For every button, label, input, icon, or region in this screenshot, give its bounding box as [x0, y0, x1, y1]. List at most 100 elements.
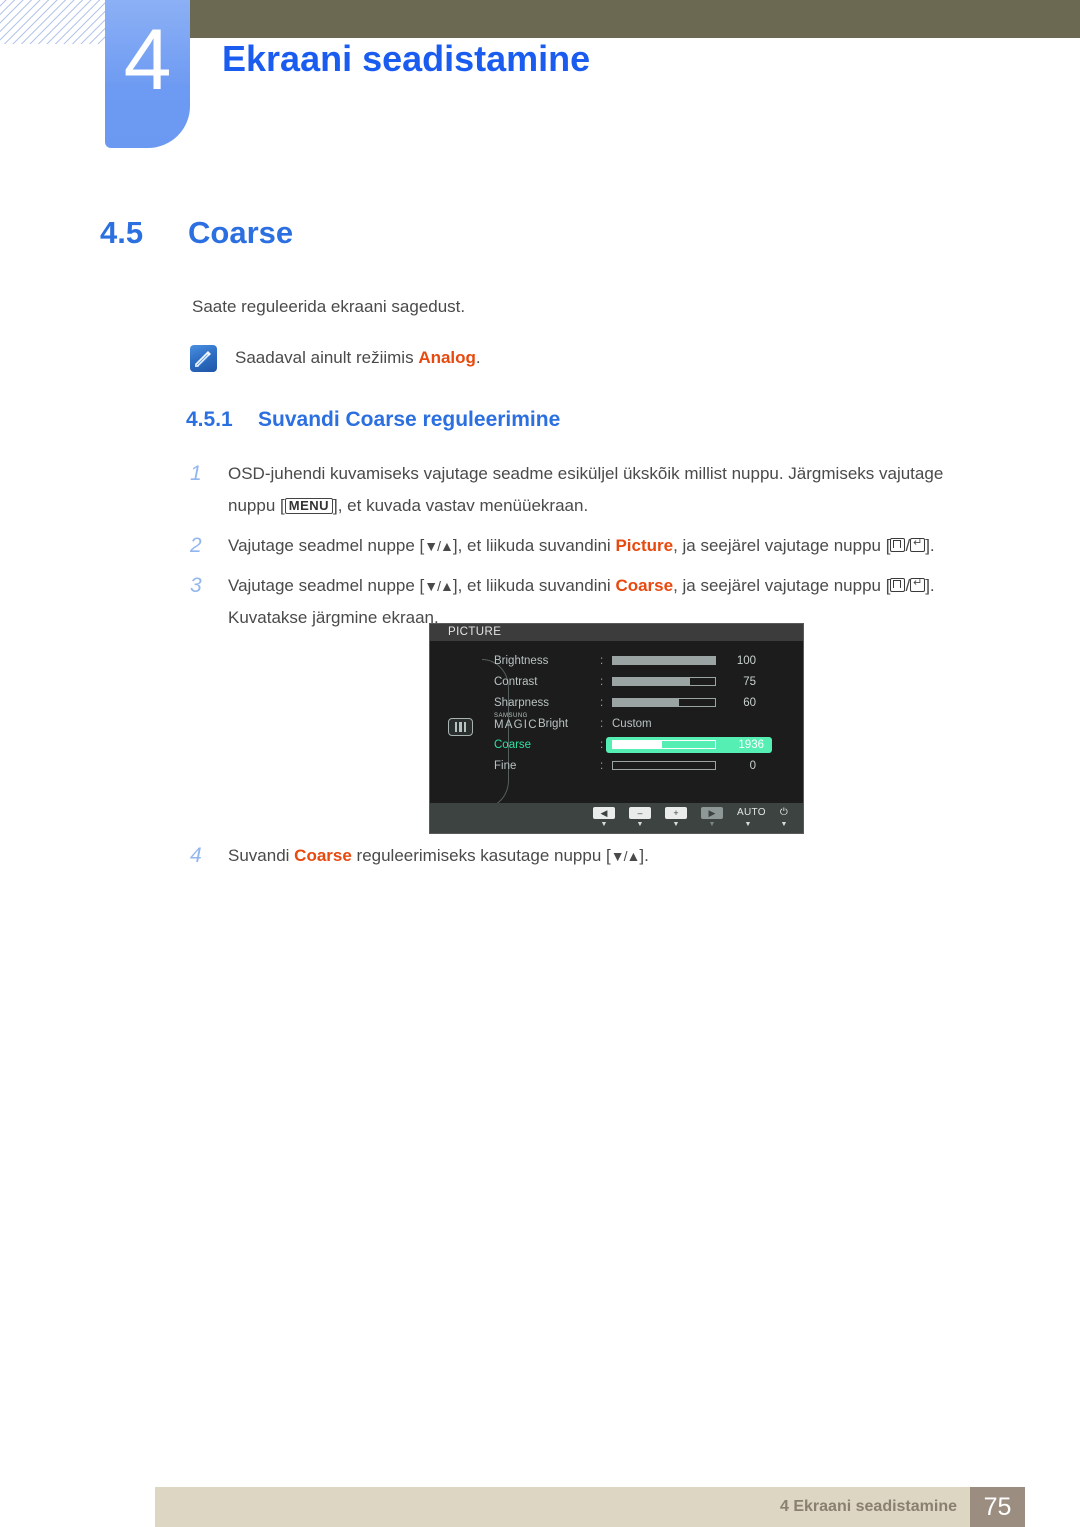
osd-row-fine[interactable]: Fine : 0 [430, 755, 805, 776]
osd-slider[interactable] [612, 677, 716, 686]
step-number: 1 [190, 462, 202, 485]
magic-bright-label: Bright [538, 717, 569, 730]
note-block: Saadaval ainult režiimis Analog. [190, 344, 481, 372]
osd-colon: : [600, 675, 604, 688]
osd-colon: : [600, 759, 604, 772]
step-item: 2 Vajutage seadmel nuppe [▼/▲], et liiku… [190, 530, 990, 562]
osd-value: 75 [743, 675, 756, 688]
note-text: Saadaval ainult režiimis Analog. [235, 344, 481, 371]
note-highlight: Analog [418, 348, 476, 367]
osd-label: Fine [494, 759, 517, 772]
osd-slider[interactable] [612, 761, 716, 770]
osd-picture-menu: PICTURE Brightness : 100 Contrast : 75 S… [429, 623, 804, 834]
plus-button[interactable]: + ▼ [665, 807, 687, 829]
osd-value: 0 [749, 759, 756, 772]
caret-down-icon: ▼ [636, 821, 644, 828]
caret-down-icon: ▼ [744, 821, 752, 828]
caret-down-icon: ▼ [672, 821, 680, 828]
osd-colon: : [600, 696, 604, 709]
step4-part3: ]. [639, 846, 649, 865]
step-item: 1 OSD-juhendi kuvamiseks vajutage seadme… [190, 458, 990, 522]
chapter-title: Ekraani seadistamine [222, 38, 591, 79]
section-heading: 4.5 Coarse [100, 215, 293, 251]
chapter-number: 4 [123, 12, 172, 108]
right-arrow-button[interactable]: ▶ ▼ [701, 807, 723, 829]
osd-slider[interactable] [612, 656, 716, 665]
osd-colon: : [600, 717, 604, 730]
step-text: OSD-juhendi kuvamiseks vajutage seadme e… [228, 458, 990, 522]
up-down-arrow-glyph: ▼/▲ [424, 578, 454, 594]
auto-button[interactable]: AUTO ▼ [737, 807, 766, 829]
source-key-icon [890, 578, 906, 592]
minus-button[interactable]: – ▼ [629, 807, 651, 829]
osd-title: PICTURE [430, 624, 803, 641]
osd-row-brightness[interactable]: Brightness : 100 [430, 650, 805, 671]
step4-part2: reguleerimiseks kasutage nuppu [ [351, 846, 611, 865]
header-olive-bar [190, 0, 1080, 38]
power-icon: ⏻ [779, 807, 789, 818]
footer-text: 4 Ekraani seadistamine [780, 1498, 957, 1515]
osd-label: Sharpness [494, 696, 549, 709]
note-text-after: . [475, 348, 481, 367]
osd-label: Coarse [494, 738, 532, 751]
osd-label: Brightness [494, 654, 549, 667]
enter-key-icon [910, 578, 926, 592]
magic-main-label: MAGIC [494, 718, 538, 731]
power-button[interactable]: ⏻ ▼ [773, 807, 795, 829]
left-arrow-button[interactable]: ◀ ▼ [593, 807, 615, 829]
osd-row-coarse[interactable]: Coarse : 1936 [430, 734, 805, 755]
osd-slider[interactable] [612, 698, 716, 707]
subsection-number: 4.5.1 [186, 408, 233, 431]
step3-highlight: Coarse [615, 576, 674, 595]
step-text: Suvandi Coarse reguleerimiseks kasutage … [228, 840, 649, 872]
step3-part1: Vajutage seadmel nuppe [ [228, 576, 425, 595]
right-arrow-icon: ▶ [701, 807, 723, 819]
step3-part3: , ja seejärel vajutage nuppu [ [673, 576, 891, 595]
step-number: 3 [190, 574, 202, 597]
osd-value: 100 [736, 654, 756, 667]
osd-colon: : [600, 654, 604, 667]
subsection-heading: 4.5.1 Suvandi Coarse reguleerimine [186, 408, 560, 432]
menu-key: MENU [284, 498, 334, 514]
caret-down-icon: ▼ [600, 821, 608, 828]
chapter-tab: 4 [105, 0, 190, 148]
osd-label: Contrast [494, 675, 538, 688]
osd-slider[interactable] [612, 740, 716, 749]
enter-key-icon [910, 538, 926, 552]
footer-bar: 4 Ekraani seadistamine 75 [155, 1487, 1025, 1527]
osd-row-contrast[interactable]: Contrast : 75 [430, 671, 805, 692]
intro-paragraph: Saate reguleerida ekraani sagedust. [192, 297, 466, 316]
step-item: 4 Suvandi Coarse reguleerimiseks kasutag… [190, 840, 990, 872]
osd-value: 1936 [738, 738, 764, 751]
step2-part3: , ja seejärel vajutage nuppu [ [673, 536, 891, 555]
step4-part1: Suvandi [228, 846, 295, 865]
step-number: 2 [190, 534, 202, 557]
plus-icon: + [665, 807, 687, 819]
step2-part1: Vajutage seadmel nuppe [ [228, 536, 425, 555]
osd-row-magicbright[interactable]: SAMSUNG MAGIC Bright : Custom [430, 713, 805, 734]
osd-value: Custom [612, 717, 652, 730]
step2-highlight: Picture [615, 536, 674, 555]
osd-value: 60 [743, 696, 756, 709]
osd-row-sharpness[interactable]: Sharpness : 60 [430, 692, 805, 713]
osd-rows: Brightness : 100 Contrast : 75 Sharpness… [430, 650, 805, 776]
footer-page-number: 75 [970, 1487, 1025, 1527]
caret-down-icon: ▼ [708, 821, 716, 828]
osd-button-bar: ◀ ▼ – ▼ + ▼ ▶ ▼ AUTO ▼ ⏻ ▼ [430, 803, 803, 833]
osd-selected-highlight: 1936 [606, 736, 772, 753]
left-arrow-icon: ◀ [593, 807, 615, 819]
steps-list: 1 OSD-juhendi kuvamiseks vajutage seadme… [190, 458, 990, 642]
section-number: 4.5 [100, 215, 144, 250]
up-down-arrow-glyph: ▼/▲ [424, 538, 454, 554]
step-number: 4 [190, 844, 202, 867]
step-text: Vajutage seadmel nuppe [▼/▲], et liikuda… [228, 530, 935, 562]
step2-part2: ], et liikuda suvandini [452, 536, 616, 555]
caret-down-icon: ▼ [780, 821, 788, 828]
osd-label: SAMSUNG MAGIC Bright [494, 713, 600, 733]
note-text-before: Saadaval ainult režiimis [235, 348, 419, 367]
note-pen-icon [190, 345, 217, 372]
section-title: Coarse [188, 215, 294, 250]
source-key-icon [890, 538, 906, 552]
step1-part2: ], et kuvada vastav menüüekraan. [333, 496, 589, 515]
up-down-arrow-glyph: ▼/▲ [610, 848, 641, 864]
